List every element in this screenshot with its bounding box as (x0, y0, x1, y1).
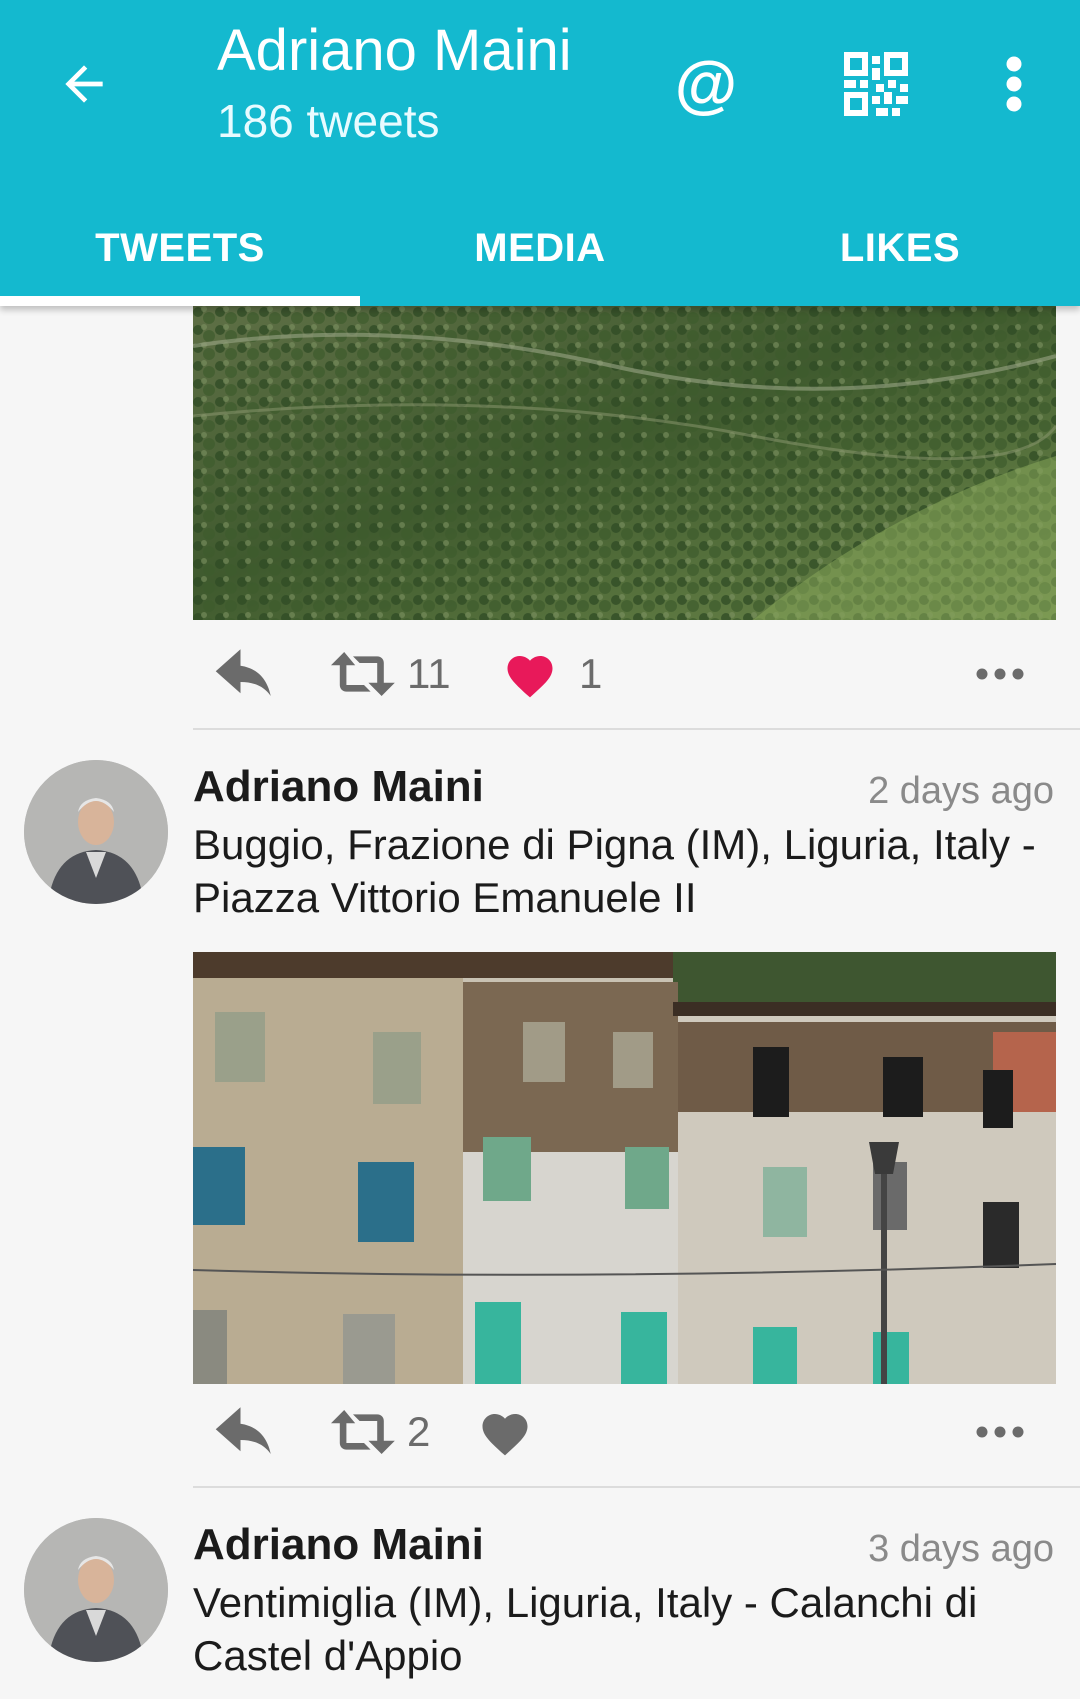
profile-tabs: TWEETS MEDIA LIKES (0, 190, 1080, 306)
tweet-feed[interactable]: 11 1 Adriano Maini 2 days ago Buggio, Fr… (0, 306, 1080, 1699)
more-actions-button[interactable] (975, 634, 1025, 714)
retweet-count: 2 (407, 1408, 431, 1455)
retweet-icon (331, 1410, 395, 1454)
retweet-button[interactable]: 11 (331, 634, 451, 714)
mention-button[interactable]: @ (662, 40, 750, 128)
profile-name: Adriano Maini (217, 18, 572, 83)
tweet-actions: 11 1 (193, 634, 1056, 714)
tab-likes[interactable]: LIKES (720, 190, 1080, 306)
back-button[interactable] (48, 48, 120, 120)
retweet-count: 11 (407, 650, 451, 697)
tweet-item[interactable]: Adriano Maini 3 days ago Ventimiglia (IM… (0, 1488, 1080, 1699)
reply-button[interactable] (213, 634, 279, 714)
tweet-item[interactable]: Adriano Maini 2 days ago Buggio, Frazion… (0, 730, 1080, 1488)
tweet-author[interactable]: Adriano Maini (193, 762, 484, 812)
tweet-text: Buggio, Frazione di Pigna (IM), Liguria,… (193, 821, 1036, 921)
app-bar: Adriano Maini 186 tweets @ TWEETS MEDIA … (0, 0, 1080, 306)
qr-code-icon (844, 52, 908, 116)
retweet-button[interactable]: 2 (331, 1392, 430, 1472)
like-count: 1 (579, 650, 603, 697)
tweet-timestamp: 3 days ago (868, 1528, 1054, 1570)
tweet-author[interactable]: Adriano Maini (193, 1520, 484, 1570)
more-actions-button[interactable] (975, 1392, 1025, 1472)
like-button[interactable]: 1 (503, 634, 602, 714)
tab-tweets[interactable]: TWEETS (0, 190, 360, 306)
hillside-forest-photo (193, 306, 1056, 620)
at-sign-icon: @ (674, 48, 738, 120)
heart-icon (482, 1414, 528, 1456)
retweet-icon (331, 652, 395, 696)
tweet-text: Ventimiglia (IM), Liguria, Italy - Calan… (193, 1579, 978, 1679)
reply-icon (215, 1407, 271, 1454)
reply-icon (215, 649, 271, 696)
heart-icon (507, 656, 553, 698)
qr-code-button[interactable] (832, 40, 920, 128)
avatar-photo (24, 760, 168, 904)
more-horiz-icon (976, 668, 1024, 680)
like-button[interactable] (478, 1392, 532, 1472)
avatar[interactable] (24, 760, 168, 904)
more-vert-icon (1006, 56, 1022, 112)
tweet-actions: 2 (193, 1392, 1056, 1472)
village-buildings-photo (193, 952, 1056, 1384)
more-horiz-icon (976, 1426, 1024, 1438)
avatar[interactable] (24, 1518, 168, 1662)
avatar-photo (24, 1518, 168, 1662)
back-arrow-icon (65, 65, 103, 103)
tweet-photo[interactable] (193, 306, 1056, 620)
tweet-item[interactable]: 11 1 (0, 306, 1080, 730)
overflow-menu-button[interactable] (970, 40, 1058, 128)
tweet-photo[interactable] (193, 952, 1056, 1384)
reply-button[interactable] (213, 1392, 279, 1472)
tab-media[interactable]: MEDIA (360, 190, 720, 306)
tweet-timestamp: 2 days ago (868, 770, 1054, 812)
tweet-count: 186 tweets (217, 95, 440, 147)
